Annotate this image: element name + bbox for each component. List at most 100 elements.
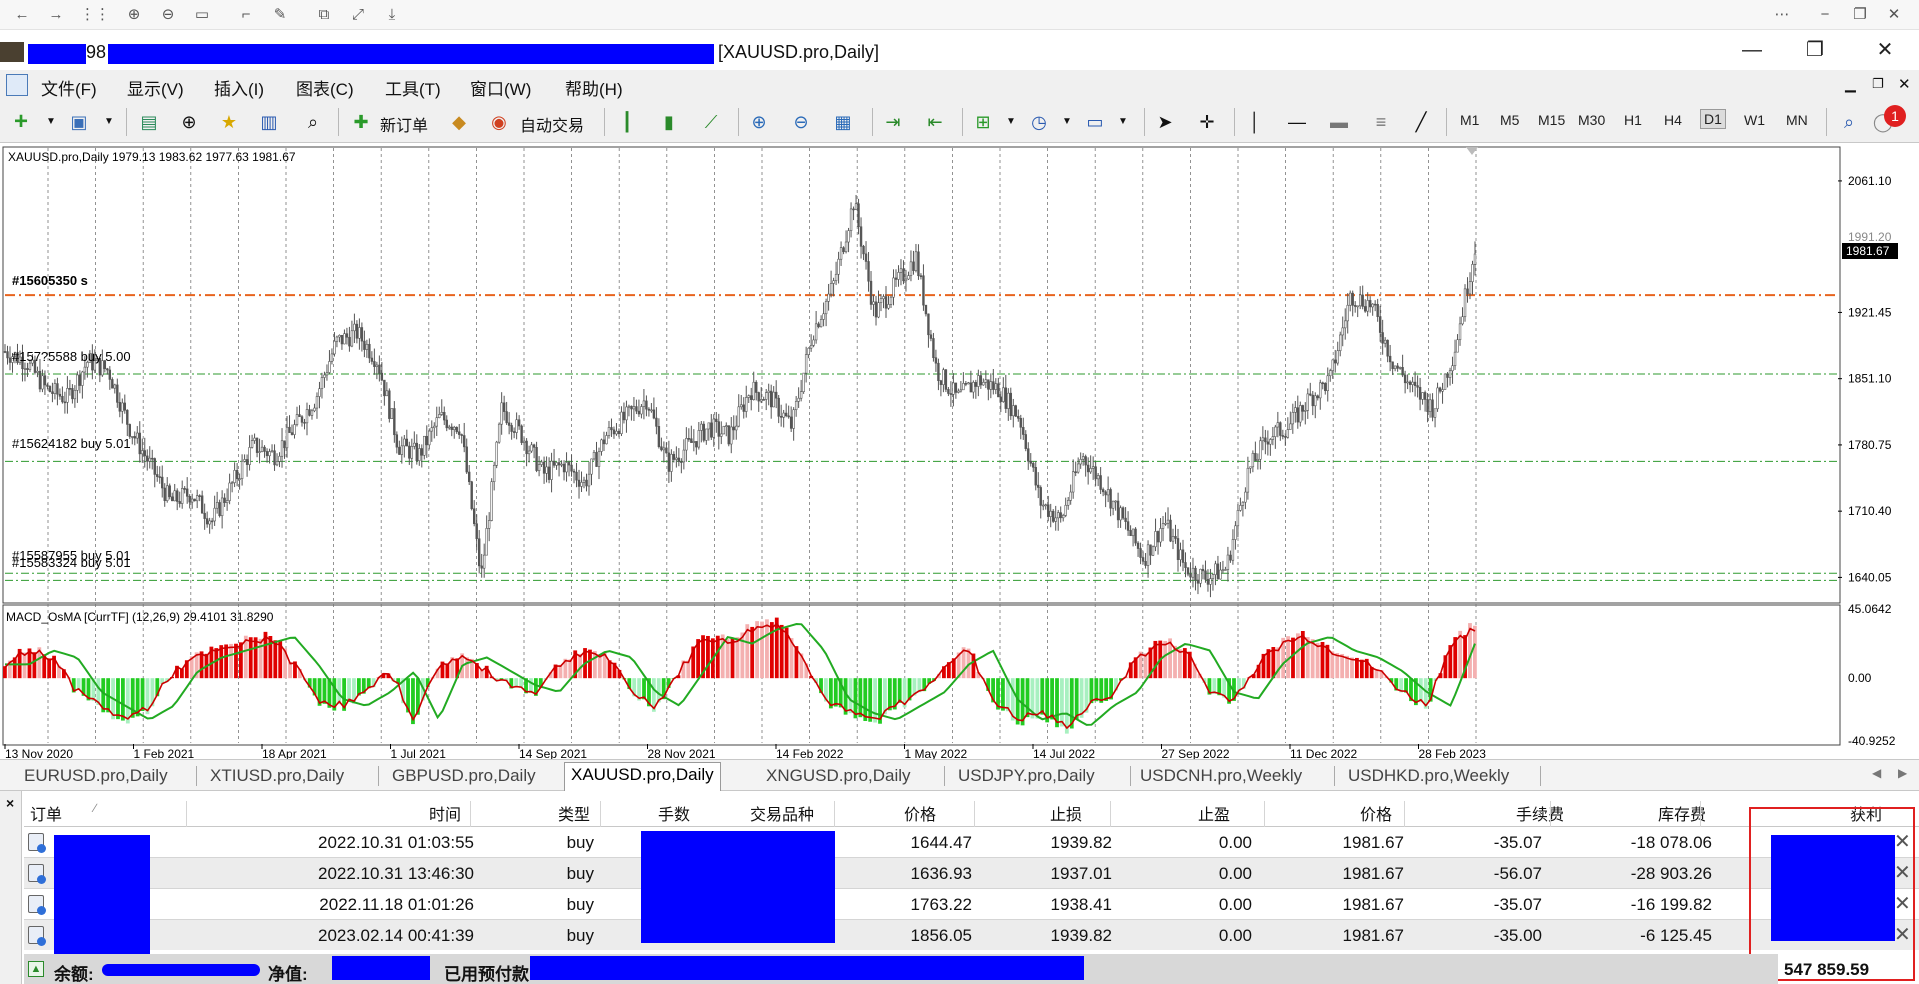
mdi-close-icon[interactable]: ✕ (1898, 75, 1911, 93)
header-time[interactable]: 时间 (429, 801, 461, 825)
tab-usdcnh[interactable]: USDCNH.pro,Weekly (1134, 764, 1308, 788)
back-icon[interactable]: ← (12, 5, 32, 25)
grid-icon[interactable]: ⋮⋮ (80, 5, 110, 25)
timeframe-mn[interactable]: MN (1786, 112, 1808, 128)
metaeditor-icon[interactable]: ◆ (446, 109, 472, 135)
new-order-button[interactable]: 新订单 (380, 112, 428, 136)
mdi-restore-icon[interactable]: ❐ (1872, 76, 1884, 92)
menu-insert[interactable]: 插入(I) (214, 75, 264, 100)
timeframe-h4[interactable]: H4 (1664, 112, 1682, 128)
table-row[interactable]: 2022.10.31 01:03:55 buy 1644.47 1939.82 … (24, 827, 1919, 857)
zoom-out-icon[interactable]: ⊖ (788, 109, 814, 135)
terminal-icon[interactable]: ▥ (256, 109, 282, 135)
download-icon[interactable]: ⤓ (382, 5, 402, 25)
market-watch-icon[interactable]: ▤ (136, 109, 162, 135)
tab-scroll-right-icon[interactable]: ▶ (1898, 766, 1907, 780)
timeframe-m5[interactable]: M5 (1500, 112, 1519, 128)
indicators-icon[interactable]: ⊞ (970, 109, 996, 135)
chart-shift-icon[interactable]: ⇤ (922, 109, 948, 135)
vertical-line-icon[interactable]: │ (1242, 109, 1268, 135)
restore-icon[interactable]: ❐ (1850, 5, 1870, 25)
status-up-icon[interactable]: ▲ (28, 961, 44, 977)
zoom-in-icon[interactable]: ⊕ (746, 109, 772, 135)
close-icon[interactable]: ✕ (1884, 5, 1904, 25)
tab-gbpusd[interactable]: GBPUSD.pro,Daily (386, 764, 542, 788)
candlestick-icon[interactable]: ▮ (656, 109, 682, 135)
mdi-minimize-icon[interactable]: ▁ (1845, 76, 1856, 93)
table-row[interactable]: 2023.02.14 00:41:39 buy 1856.05 1939.82 … (24, 920, 1919, 950)
menu-charts[interactable]: 图表(C) (296, 75, 354, 100)
fit-icon[interactable]: ▭ (192, 5, 212, 25)
chevron-down-icon[interactable]: ▼ (1110, 109, 1136, 135)
tab-usdhkd[interactable]: USDHKD.pro,Weekly (1342, 764, 1515, 788)
header-tp[interactable]: 止盈 (1198, 801, 1230, 825)
zoom-in-icon[interactable]: ⊕ (124, 5, 144, 25)
templates-icon[interactable]: ▭ (1082, 109, 1108, 135)
tab-usdjpy[interactable]: USDJPY.pro,Daily (952, 764, 1101, 788)
menu-tools[interactable]: 工具(T) (385, 75, 441, 100)
chevron-down-icon[interactable]: ▼ (38, 109, 64, 135)
crop-icon[interactable]: ⌐ (236, 5, 256, 25)
timeframe-d1[interactable]: D1 (1700, 109, 1726, 129)
terminal-close-icon[interactable]: × (6, 795, 14, 811)
timeframe-m1[interactable]: M1 (1460, 112, 1479, 128)
timeframe-h1[interactable]: H1 (1624, 112, 1642, 128)
header-price[interactable]: 价格 (904, 801, 936, 825)
crosshair-icon[interactable]: ✛ (1194, 109, 1220, 135)
rectangle-icon[interactable]: ▬ (1326, 109, 1352, 135)
window-minimize-button[interactable]: — (1737, 38, 1767, 62)
header-swap[interactable]: 库存费 (1658, 801, 1706, 825)
copy-icon[interactable]: ⧉ (314, 5, 334, 25)
header-sl[interactable]: 止损 (1050, 801, 1082, 825)
tab-xauusd[interactable]: XAUUSD.pro,Daily (564, 762, 721, 792)
header-lots[interactable]: 手数 (658, 801, 690, 825)
profiles-icon[interactable]: ▣ (66, 109, 92, 135)
window-restore-button[interactable]: ❐ (1800, 38, 1830, 62)
auto-trading-icon[interactable]: ◉ (486, 109, 512, 135)
cursor-icon[interactable]: ➤ (1152, 109, 1178, 135)
notification-badge[interactable]: 1 (1884, 105, 1906, 127)
navigator-star-icon[interactable]: ★ (216, 109, 242, 135)
bar-chart-icon[interactable]: ┃ (614, 109, 640, 135)
horizontal-line-icon[interactable]: — (1284, 109, 1310, 135)
header-symbol[interactable]: 交易品种 (750, 801, 814, 825)
new-chart-icon[interactable]: + (8, 109, 34, 135)
menu-view[interactable]: 显示(V) (127, 75, 184, 100)
trendline-icon[interactable]: ╱ (1408, 109, 1434, 135)
table-row[interactable]: 2022.11.18 01:01:26 buy 1763.22 1938.41 … (24, 889, 1919, 919)
chart-window[interactable]: 2061.10 1921.45 1851.10 1780.75 1710.40 1640.… (0, 143, 1919, 759)
header-commission[interactable]: 手续费 (1516, 801, 1564, 825)
search-icon[interactable]: ⌕ (1836, 109, 1862, 135)
new-order-icon[interactable]: ✚ (348, 109, 374, 135)
chevron-down-icon[interactable]: ▼ (96, 109, 122, 135)
menu-window[interactable]: 窗口(W) (470, 75, 531, 100)
header-type[interactable]: 类型 (558, 801, 590, 825)
chevron-down-icon[interactable]: ▼ (998, 109, 1024, 135)
tab-scroll-left-icon[interactable]: ◀ (1872, 766, 1881, 780)
expand-icon[interactable]: ⤢ (348, 5, 368, 25)
header-current-price[interactable]: 价格 (1360, 801, 1392, 825)
tile-windows-icon[interactable]: ▦ (830, 109, 856, 135)
window-close-button[interactable]: ✕ (1870, 38, 1900, 62)
header-order[interactable]: 订单 (30, 801, 62, 825)
edit-icon[interactable]: ✎ (270, 5, 290, 25)
chart-window-icon[interactable] (6, 74, 28, 96)
menu-help[interactable]: 帮助(H) (565, 75, 623, 100)
timeframe-w1[interactable]: W1 (1744, 112, 1765, 128)
tab-eurusd[interactable]: EURUSD.pro,Daily (18, 764, 174, 788)
strategy-tester-icon[interactable]: ⌕ (300, 109, 326, 135)
table-row[interactable]: 2022.10.31 13:46:30 buy 1636.93 1937.01 … (24, 858, 1919, 888)
chevron-down-icon[interactable]: ▼ (1054, 109, 1080, 135)
timeframe-m15[interactable]: M15 (1538, 112, 1565, 128)
auto-scroll-icon[interactable]: ⇥ (880, 109, 906, 135)
periods-clock-icon[interactable]: ◷ (1026, 109, 1052, 135)
tab-xngusd[interactable]: XNGUSD.pro,Daily (760, 764, 917, 788)
price-chart[interactable]: 2061.10 1921.45 1851.10 1780.75 1710.40 1640.… (0, 143, 1919, 759)
auto-trading-button[interactable]: 自动交易 (520, 112, 584, 136)
more-icon[interactable]: ⋯ (1772, 5, 1792, 25)
zoom-out-icon[interactable]: ⊖ (158, 5, 178, 25)
line-chart-icon[interactable]: ⟋ (698, 109, 724, 135)
minimize-icon[interactable]: − (1815, 5, 1835, 25)
menu-file[interactable]: 文件(F) (41, 75, 97, 100)
fibonacci-icon[interactable]: ≡ (1368, 109, 1394, 135)
